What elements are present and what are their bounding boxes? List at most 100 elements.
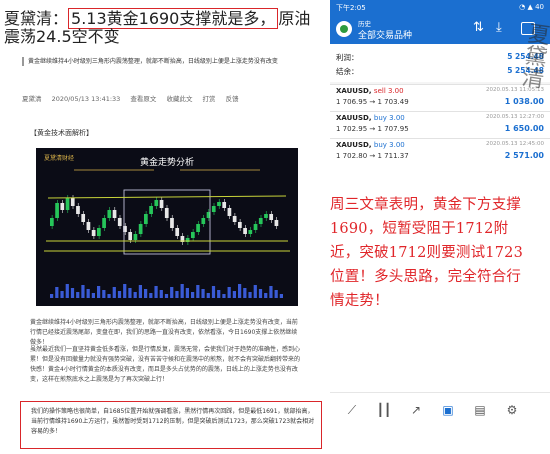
volume-bar — [70, 288, 75, 298]
volume-bar — [97, 286, 101, 298]
volume-bar — [128, 288, 132, 298]
volume-bar — [274, 290, 278, 298]
volume-bar — [175, 291, 179, 298]
candle-body — [175, 228, 180, 236]
publish-datetime: 2020/05/13 13:41:33 — [51, 95, 121, 103]
volume-bar — [238, 284, 242, 298]
volume-bar — [264, 293, 268, 298]
candles-group — [50, 195, 283, 298]
gold-chart-image: 夏黛清财经 黄金走势分析 — [36, 148, 298, 306]
volume-bar — [154, 286, 158, 298]
volume-bar — [50, 294, 54, 298]
candle-body — [112, 210, 117, 218]
candle-body — [50, 218, 54, 226]
volume-bar — [258, 289, 263, 298]
trade-prices: 1 706.95 → 1 703.49 — [336, 98, 409, 106]
article-panel: 夏黛清： 5.13黄金1690支撑就是多， 原油震荡24.5空不变 黄金继续维持4小… — [0, 0, 328, 454]
sort-icon[interactable]: ⇅ — [473, 20, 484, 35]
tip-link[interactable]: 打赏 — [203, 95, 216, 103]
symbol-filter-title[interactable]: 全部交易品种 — [358, 28, 412, 41]
volume-bar — [65, 284, 69, 298]
volume-bar — [196, 285, 200, 298]
candlestick-icon[interactable]: ┃┃ — [374, 403, 394, 421]
volume-bar — [55, 287, 59, 298]
volume-bar — [269, 286, 273, 298]
trade-prices: 1 702.95 → 1 707.95 — [336, 125, 409, 133]
candle-body — [128, 232, 133, 240]
volume-bar — [149, 293, 153, 298]
candle-body — [86, 222, 91, 230]
candle-body — [201, 218, 206, 224]
volume-bar — [76, 292, 80, 298]
candle-body — [55, 203, 59, 218]
volume-bar — [133, 292, 137, 298]
chart-title: 黄金走势分析 — [140, 156, 194, 168]
volume-bar — [201, 289, 205, 298]
app-logo-icon[interactable] — [336, 21, 352, 37]
paragraph-1: 黄金继续维持4小时级别三角形内震荡整理，就部不断抬高，日线级别上便是上涨走势没有… — [30, 319, 298, 346]
volume-bar — [170, 287, 174, 298]
title-prefix: 夏黛清： — [4, 9, 69, 28]
candle-body — [138, 224, 143, 234]
volume-bar — [185, 288, 189, 298]
trade-side: buy 3.00 — [373, 114, 405, 122]
candle-body — [191, 232, 195, 238]
candle-body — [253, 224, 258, 230]
candle-body — [107, 210, 112, 218]
candle-body — [91, 230, 96, 236]
candle-body — [227, 208, 232, 216]
settings-icon[interactable]: ⚙ — [502, 403, 522, 421]
view-original-link[interactable]: 查看原文 — [130, 95, 156, 103]
volume-bar — [206, 293, 210, 298]
chart-logo: 夏黛清财经 — [44, 154, 74, 162]
trend-icon[interactable]: ↗ — [406, 403, 426, 421]
candle-body — [159, 200, 164, 208]
candle-body — [258, 218, 263, 224]
candle-body — [269, 214, 274, 220]
chart-line-icon[interactable]: ⟋ — [342, 403, 362, 421]
volume-bar — [102, 290, 106, 298]
volume-bar — [191, 292, 195, 298]
candle-body — [222, 202, 227, 208]
candle-body — [264, 214, 268, 218]
author[interactable]: 夏黛清 — [22, 95, 42, 103]
candle-body — [238, 222, 242, 228]
volume-bar — [159, 290, 163, 298]
volume-bar — [107, 294, 111, 298]
volume-bar — [227, 287, 231, 298]
candle-body — [133, 234, 138, 240]
feedback-link[interactable]: 反馈 — [226, 95, 239, 103]
favorite-link[interactable]: 收藏此文 — [166, 95, 192, 103]
volume-bar — [112, 287, 116, 298]
candle-body — [81, 214, 86, 222]
volume-bar — [279, 294, 283, 298]
candle-body — [211, 206, 216, 212]
candle-body — [70, 198, 75, 206]
volume-bar — [243, 288, 247, 298]
candle-body — [164, 208, 169, 218]
news-icon[interactable]: ▤ — [470, 403, 490, 421]
status-time: 下午2:05 — [336, 4, 366, 12]
section-label: 【黄金技术面解析】 — [30, 129, 93, 137]
balance-label: 结余： — [336, 67, 359, 76]
profit-label: 利润： — [336, 53, 359, 62]
candle-body — [154, 200, 159, 206]
trade-side: buy 3.00 — [373, 141, 405, 149]
status-icons: ◔ ▲ 40 — [519, 3, 544, 11]
candle-body — [248, 230, 253, 234]
volume-bar — [138, 285, 142, 298]
article-lead: 黄金继续维持4小时级别三角形内震荡整理，就部不断抬高，日线级别上便是上涨走势没有… — [22, 57, 326, 66]
volume-bar — [91, 293, 95, 298]
red-annotation-note: 周三文章表明，黄金下方支撑1690，短暂受阻于1712附近，突破1712则要测试… — [330, 197, 524, 309]
volume-bar — [232, 291, 236, 298]
trade-symbol: XAUUSD, buy 3.00 — [336, 114, 405, 122]
article-meta: 夏黛清 2020/05/13 13:41:33 查看原文 收藏此文 打赏 反馈 — [22, 93, 322, 103]
candle-body — [232, 216, 237, 222]
trade-symbol: XAUUSD, sell 3.00 — [336, 87, 404, 95]
candle-body — [76, 206, 80, 214]
inbox-icon[interactable]: ▣ — [438, 403, 458, 421]
candle-body — [196, 224, 200, 232]
resistance-line — [47, 195, 287, 199]
volume-bar — [164, 294, 169, 298]
app-subtitle: 历史 — [358, 20, 371, 28]
